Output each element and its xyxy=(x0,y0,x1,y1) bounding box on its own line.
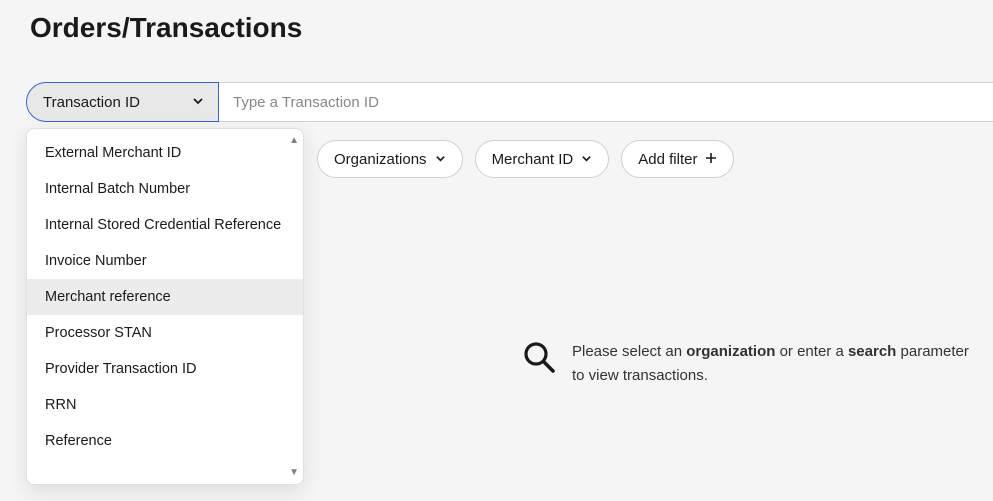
filters-row: Organizations Merchant ID Add filter xyxy=(317,140,993,178)
add-filter-label: Add filter xyxy=(638,151,697,168)
page-title: Orders/Transactions xyxy=(0,0,993,44)
search-input[interactable] xyxy=(219,83,993,121)
organizations-filter[interactable]: Organizations xyxy=(317,140,463,178)
filter-type-dropdown-list[interactable]: External Merchant IDInternal Batch Numbe… xyxy=(27,129,303,484)
chevron-down-icon xyxy=(435,152,446,167)
filter-type-option[interactable]: Internal Batch Number xyxy=(27,171,303,207)
organizations-filter-label: Organizations xyxy=(334,151,427,168)
filter-type-dropdown: ▲ External Merchant IDInternal Batch Num… xyxy=(26,128,304,485)
filter-type-option[interactable]: External Merchant ID xyxy=(27,135,303,171)
filter-type-option[interactable]: Merchant reference xyxy=(27,279,303,315)
empty-state: Please select an organization or enter a… xyxy=(522,340,972,388)
chevron-down-icon xyxy=(581,152,592,167)
filter-type-option[interactable]: Internal Stored Credential Reference xyxy=(27,207,303,243)
add-filter-button[interactable]: Add filter xyxy=(621,140,734,178)
plus-icon xyxy=(705,152,717,167)
chevron-down-icon xyxy=(192,94,204,110)
search-bar: Transaction ID xyxy=(26,82,993,122)
filter-type-selected-label: Transaction ID xyxy=(43,94,140,111)
merchant-id-filter-label: Merchant ID xyxy=(492,151,574,168)
search-input-container xyxy=(219,82,993,122)
filter-type-option[interactable]: Provider Transaction ID xyxy=(27,351,303,387)
empty-state-text: Please select an organization or enter a… xyxy=(572,340,972,388)
filter-type-option[interactable]: Reference xyxy=(27,423,303,459)
filter-type-select[interactable]: Transaction ID xyxy=(26,82,219,122)
filter-type-option[interactable]: Processor STAN xyxy=(27,315,303,351)
filter-type-option[interactable]: Invoice Number xyxy=(27,243,303,279)
search-icon xyxy=(522,340,556,379)
filter-type-option[interactable]: RRN xyxy=(27,387,303,423)
merchant-id-filter[interactable]: Merchant ID xyxy=(475,140,610,178)
